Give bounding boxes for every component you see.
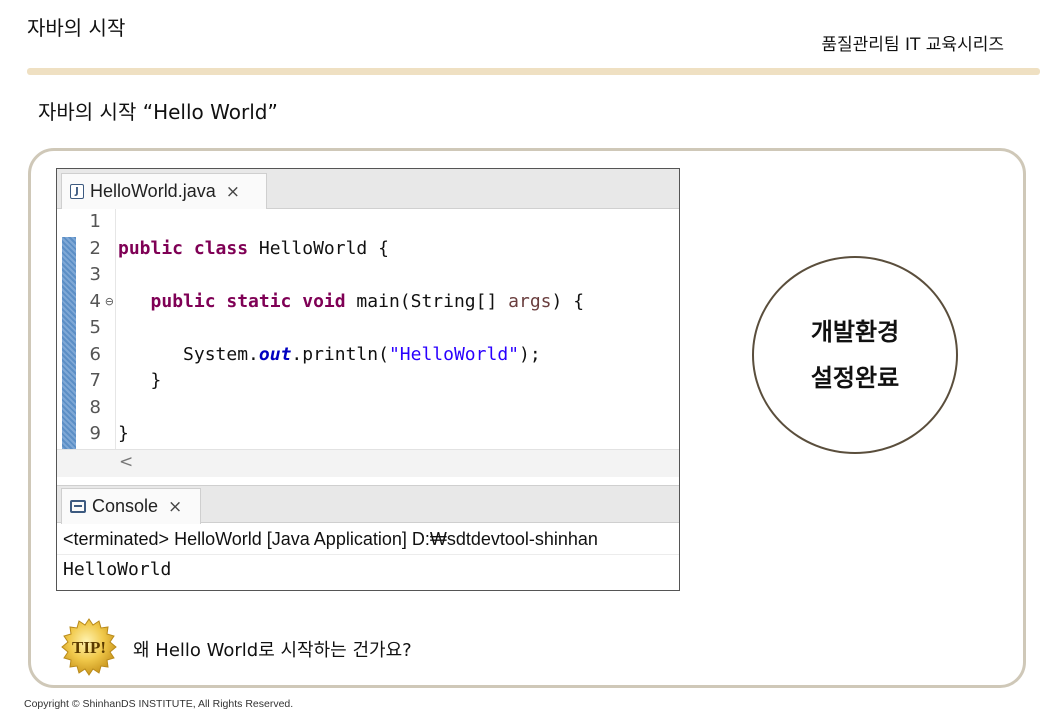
tip-badge-label: TIP! [72,638,106,657]
line-number-gutter: 1 2 3 4 ⊖ 5 6 7 8 9 [79,209,115,448]
close-icon[interactable]: × [226,182,240,202]
tip-badge-icon: TIP! [61,618,117,676]
close-icon[interactable]: × [168,497,182,517]
change-ruler [62,237,76,449]
line-number: 2 [89,237,101,259]
console-status: <terminated> HelloWorld [Java Applicatio… [57,525,679,554]
java-file-icon: J [70,184,84,199]
console-output: HelloWorld [57,554,679,584]
gutter-separator [115,209,116,449]
code-line-2: public class HelloWorld { [118,236,584,263]
console-tab-label: Console [92,496,159,516]
line-number: 1 [89,211,101,232]
editor-tabbar: J HelloWorld.java × [57,169,679,209]
code-param: args [508,290,552,312]
line-number: 8 [89,396,101,418]
line-number: 4 [89,290,101,312]
code-text: HelloWorld { [248,237,389,259]
code-line-9: } [118,421,584,448]
series-title: 품질관리팀 IT 교육시리즈 [821,35,1004,55]
scroll-left-icon[interactable]: < [119,452,133,472]
tip-question: 왜 Hello World로 시작하는 건가요? [133,640,412,661]
ide-screenshot: J HelloWorld.java × 1 2 3 4 ⊖ 5 6 7 8 9 p… [56,168,680,591]
console-icon [70,500,86,513]
line-number-fold[interactable]: 4 ⊖ [79,289,115,316]
copyright: Copyright © ShinhanDS INSTITUTE, All Rig… [24,698,294,710]
code-text: ) { [551,290,585,312]
console-tab[interactable]: Console × [61,488,201,524]
line-number: 9 [89,423,101,444]
editor-tab-helloworld[interactable]: J HelloWorld.java × [61,173,267,209]
code-text: } [118,423,129,444]
code-text: ); [519,343,541,365]
code-string: "HelloWorld" [388,343,519,365]
slide-subtitle: 자바의 시작 “Hello World” [38,100,278,124]
console-tabbar: Console × [57,485,679,524]
line-number: 7 [89,370,101,391]
code-line-7: } [118,368,584,395]
code-text: System. [183,343,259,365]
callout-line-2: 설정완료 [810,364,900,392]
code-text: } [150,370,162,391]
code-line-4: public static void main(String[] args) { [118,289,585,316]
collapse-icon[interactable]: ⊖ [105,289,114,316]
code-field: out [258,343,292,365]
code-line-6: System.out.println("HelloWorld"); [118,342,584,369]
setup-complete-callout: 개발환경 설정완료 [752,256,958,454]
code-keyword: public static void [150,290,346,312]
code-text: main(String[] [345,290,509,312]
header-title: 자바의 시작 [27,16,126,40]
code-keyword: public class [118,237,249,259]
line-number: 5 [89,317,101,338]
code-editor[interactable]: public class HelloWorld { public static … [118,209,584,448]
code-text: .println( [291,343,389,365]
horizontal-scrollbar[interactable]: < [57,449,679,477]
line-number: 6 [89,343,101,365]
editor-tab-label: HelloWorld.java [90,181,216,201]
callout-line-1: 개발환경 [810,318,900,346]
line-number: 3 [89,264,101,285]
header-rule [27,68,1040,75]
